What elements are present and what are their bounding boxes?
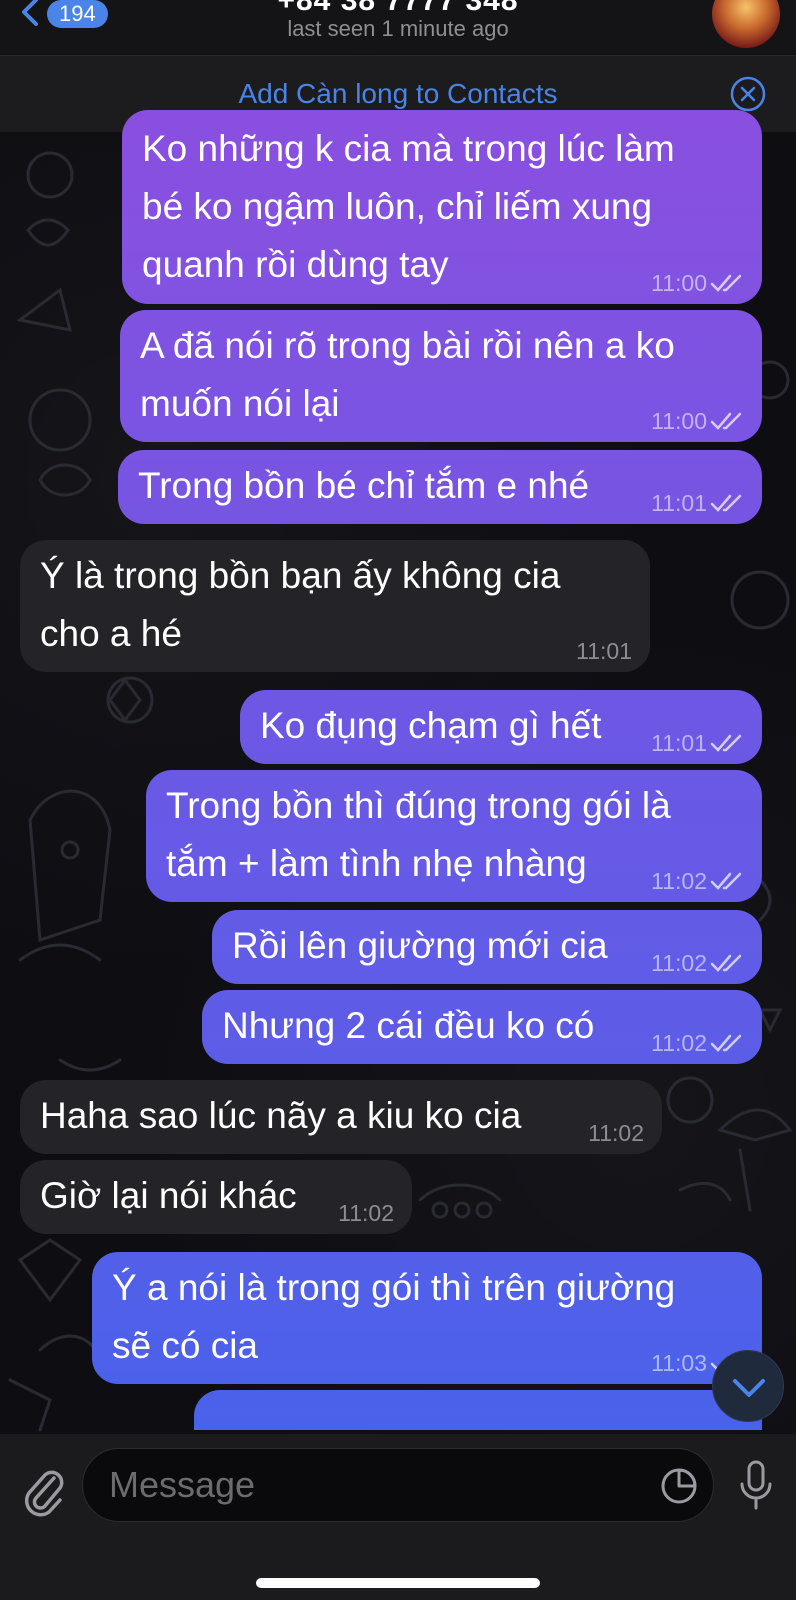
paperclip-icon[interactable] [20,1462,66,1518]
message-bubble-outgoing[interactable]: Ý a nói là trong gói thì trên giường sẽ … [92,1252,762,1384]
message-time: 11:01 [576,638,632,664]
message-text: Ko những k cia mà trong lúc làm bé ko ng… [142,128,675,285]
double-check-icon [710,872,742,890]
message-text: Haha sao lúc nãy a kiu ko cia [40,1095,522,1136]
double-check-icon [710,274,742,292]
message-bubble-outgoing[interactable]: Rồi lên giường mới cia 11:02 [212,910,762,984]
message-bubble-outgoing[interactable]: Ko những k cia mà trong lúc làm bé ko ng… [122,110,762,304]
message-bubble-incoming[interactable]: Haha sao lúc nãy a kiu ko cia 11:02 [20,1080,662,1154]
message-input[interactable] [82,1448,714,1522]
sticker-icon[interactable] [660,1467,698,1505]
message-time: 11:02 [651,1030,707,1056]
message-time: 11:01 [651,490,707,516]
message-bubble-outgoing[interactable]: Trong bồn thì đúng trong gói là tắm + là… [146,770,762,902]
last-seen-status: last seen 1 minute ago [287,16,509,41]
double-check-icon [710,1034,742,1052]
message-meta: 11:00 [651,408,744,434]
message-bubble-incoming[interactable]: Giờ lại nói khác 11:02 [20,1160,412,1234]
double-check-icon [710,412,742,430]
message-meta: 11:01 [576,638,632,664]
message-text: Ý là trong bồn bạn ấy không cia cho a hé [40,555,561,654]
message-meta: 11:01 [651,490,744,516]
double-check-icon [710,494,742,512]
message-time: 11:03 [651,1350,707,1376]
add-to-contacts-link[interactable]: Add Càn long to Contacts [0,78,796,110]
message-meta: 11:02 [651,950,744,976]
message-time: 11:00 [651,270,707,296]
message-time: 11:02 [651,950,707,976]
message-meta: 11:02 [338,1200,394,1226]
close-circle-icon[interactable] [730,76,766,112]
message-meta: 11:02 [651,868,744,894]
message-bubble-outgoing[interactable]: Ko đụng chạm gì hết 11:01 [240,690,762,764]
message-meta: 11:01 [651,730,744,756]
message-time: 11:02 [338,1200,394,1226]
message-bubble-incoming[interactable]: Ý là trong bồn bạn ấy không cia cho a hé… [20,540,650,672]
double-check-icon [710,734,742,752]
message-composer [0,1434,796,1600]
scroll-to-bottom-button[interactable] [712,1350,784,1422]
message-time: 11:01 [651,730,707,756]
message-meta: 11:02 [651,1030,744,1056]
message-bubble-outgoing[interactable]: A đã nói rõ trong bài rồi nên a ko muốn … [120,310,762,442]
double-check-icon [710,954,742,972]
message-text: Ý a nói là trong gói thì trên giường sẽ … [112,1267,676,1366]
message-meta: 11:02 [588,1120,644,1146]
chevron-down-icon [733,1379,765,1397]
message-bubble-outgoing[interactable]: Nhưng 2 cái đều ko có 11:02 [202,990,762,1064]
message-bubble-outgoing[interactable]: Trong bồn bé chỉ tắm e nhé 11:01 [118,450,762,524]
message-time: 11:02 [588,1120,644,1146]
chat-header: 194 +84 38 7777 348 last seen 1 minute a… [0,0,796,54]
message-meta: 11:00 [651,270,744,296]
message-time: 11:02 [651,868,707,894]
home-indicator [256,1578,540,1588]
message-bubble-outgoing[interactable] [194,1390,762,1430]
message-time: 11:00 [651,408,707,434]
microphone-icon[interactable] [738,1458,774,1514]
